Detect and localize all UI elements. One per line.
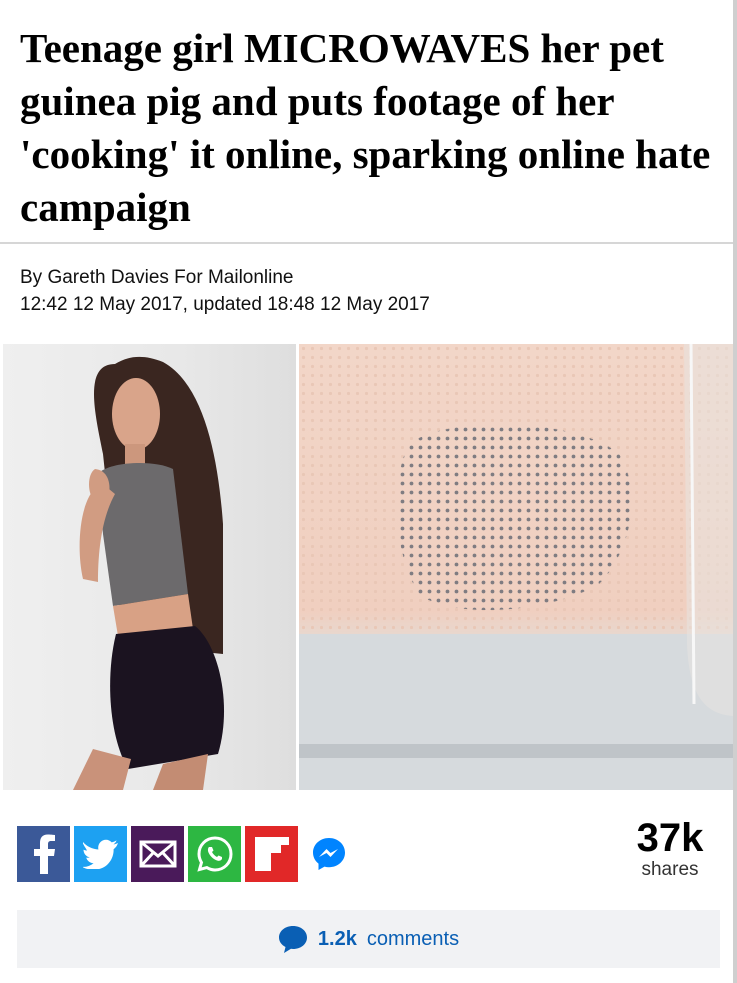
whatsapp-share-button[interactable]: [188, 826, 241, 882]
article-photo-girl[interactable]: [3, 344, 296, 790]
article-photo-microwave[interactable]: [299, 344, 733, 790]
comments-button[interactable]: 1.2k comments: [17, 910, 720, 968]
girl-photo-illustration: [73, 356, 225, 790]
flipboard-share-button[interactable]: [245, 826, 298, 882]
messenger-share-button[interactable]: [302, 826, 355, 882]
article-headline: Teenage girl MICROWAVES her pet guinea p…: [20, 25, 711, 230]
share-count: 37k shares: [620, 816, 720, 880]
facebook-share-button[interactable]: [17, 826, 70, 882]
facebook-icon: [33, 834, 55, 874]
twitter-share-button[interactable]: [74, 826, 127, 882]
headline-divider: [0, 242, 733, 244]
article-dateline: 12:42 12 May 2017, updated 18:48 12 May …: [20, 294, 430, 315]
article-byline: By Gareth Davies For Mailonline: [20, 267, 294, 288]
share-buttons: [17, 826, 355, 882]
speech-bubble-icon: [278, 926, 307, 953]
flipboard-icon: [254, 837, 289, 871]
twitter-icon: [82, 839, 118, 869]
messenger-icon: [312, 838, 345, 870]
share-count-number: 37k: [636, 816, 704, 860]
whatsapp-icon: [196, 836, 233, 872]
comments-label: comments: [366, 927, 460, 950]
page-edge: [733, 0, 737, 983]
email-icon: [139, 840, 176, 868]
share-count-label: shares: [641, 859, 699, 880]
email-share-button[interactable]: [131, 826, 184, 882]
comments-count: 1.2k: [317, 927, 357, 950]
microwave-photo-illustration: [299, 344, 733, 790]
